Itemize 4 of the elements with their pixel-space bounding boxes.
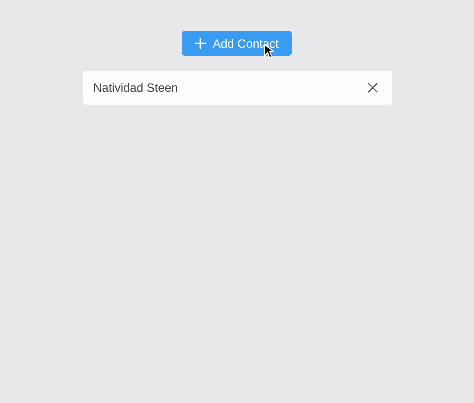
plus-icon — [194, 38, 206, 49]
contact-name: Natividad Steen — [94, 80, 178, 97]
close-icon[interactable] — [368, 83, 378, 93]
add-contact-button[interactable]: Add Contact — [182, 31, 292, 56]
